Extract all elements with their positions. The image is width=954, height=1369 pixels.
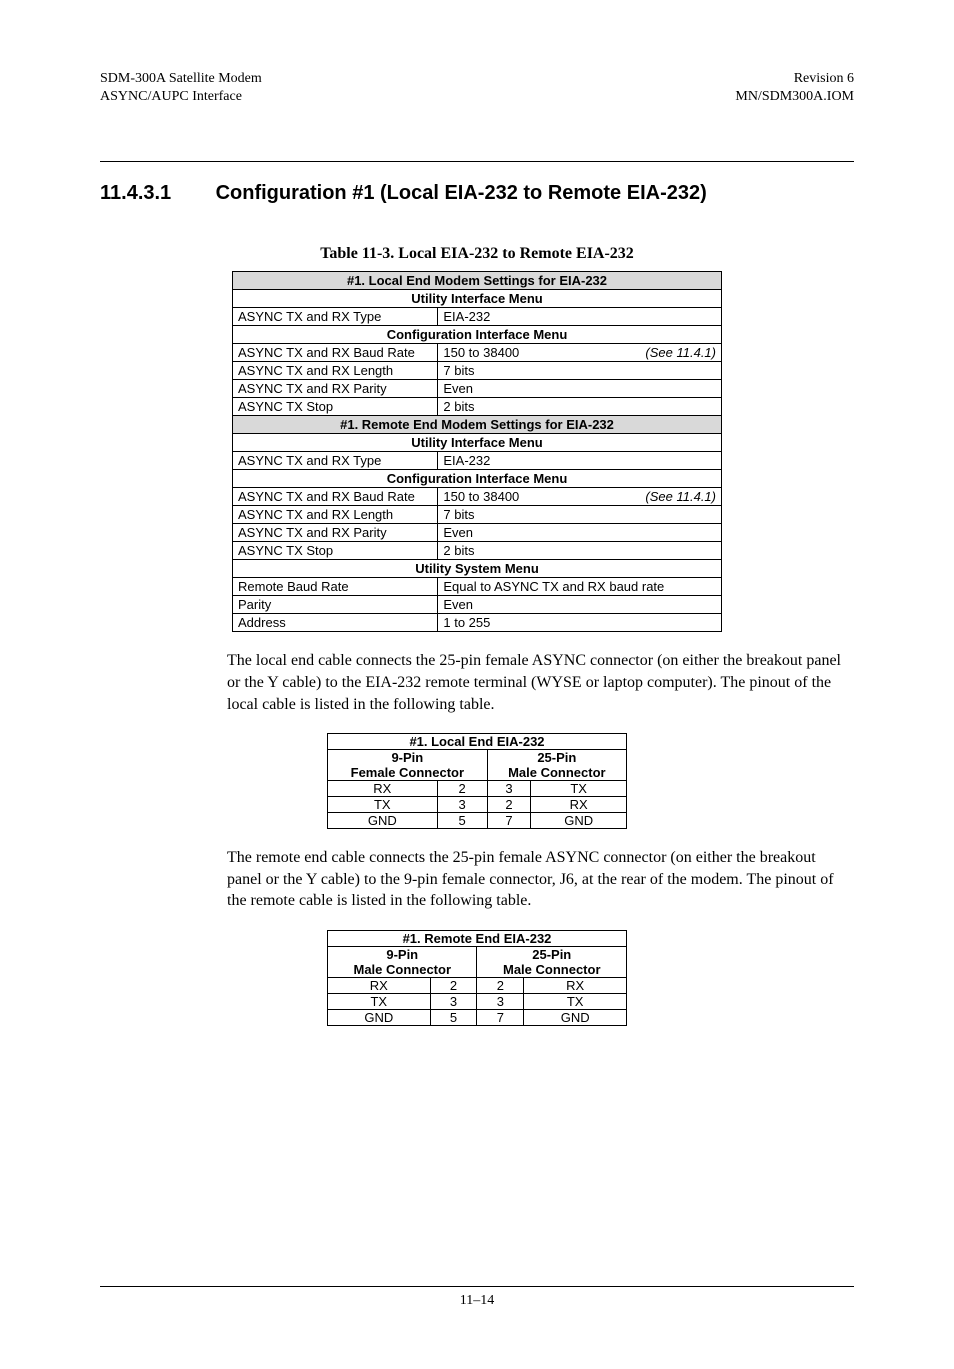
table-caption: Table 11-3. Local EIA-232 to Remote EIA-… xyxy=(100,245,854,263)
settings-menu-utility-1: Utility Interface Menu xyxy=(233,290,722,308)
row-baud-label-2: ASYNC TX and RX Baud Rate xyxy=(233,488,438,506)
row-stop-label-1: ASYNC TX Stop xyxy=(233,398,438,416)
settings-menu-config-2: Configuration Interface Menu xyxy=(233,470,722,488)
footer-divider xyxy=(100,1286,854,1287)
table-row: TX 3 2 RX xyxy=(328,797,627,813)
pinout2-right-header: 25-Pin Male Connector xyxy=(477,946,627,977)
row-par-val-1: Even xyxy=(438,380,722,398)
row-stop-val-1: 2 bits xyxy=(438,398,722,416)
row-rbaud-val: Equal to ASYNC TX and RX baud rate xyxy=(438,578,722,596)
settings-menu-utility-2: Utility Interface Menu xyxy=(233,434,722,452)
row-baud-label-1: ASYNC TX and RX Baud Rate xyxy=(233,344,438,362)
row-type-label-1: ASYNC TX and RX Type xyxy=(233,308,438,326)
header-docid: MN/SDM300A.IOM xyxy=(735,88,854,106)
row-stop-label-2: ASYNC TX Stop xyxy=(233,542,438,560)
header-left: SDM-300A Satellite Modem ASYNC/AUPC Inte… xyxy=(100,70,262,106)
settings-table: #1. Local End Modem Settings for EIA-232… xyxy=(232,271,722,632)
row-rbaud-label: Remote Baud Rate xyxy=(233,578,438,596)
table-row: RX 2 3 TX xyxy=(328,781,627,797)
settings-title-local: #1. Local End Modem Settings for EIA-232 xyxy=(233,272,722,290)
header-divider xyxy=(100,161,854,162)
section-heading: 11.4.3.1 Configuration #1 (Local EIA-232… xyxy=(100,182,854,205)
header-subtitle: ASYNC/AUPC Interface xyxy=(100,88,262,106)
row-addr-label: Address xyxy=(233,614,438,632)
pinout2-left-header: 9-Pin Male Connector xyxy=(328,946,477,977)
table-row: GND 5 7 GND xyxy=(328,1009,627,1025)
page-header: SDM-300A Satellite Modem ASYNC/AUPC Inte… xyxy=(100,70,854,106)
row-stop-val-2: 2 bits xyxy=(438,542,722,560)
section-title: Configuration #1 (Local EIA-232 to Remot… xyxy=(216,182,707,204)
paragraph-remote-cable: The remote end cable connects the 25-pin… xyxy=(100,847,854,912)
row-len-val-2: 7 bits xyxy=(438,506,722,524)
settings-menu-system: Utility System Menu xyxy=(233,560,722,578)
paragraph-local-cable: The local end cable connects the 25-pin … xyxy=(100,650,854,715)
pinout1-title: #1. Local End EIA-232 xyxy=(328,734,627,750)
header-product: SDM-300A Satellite Modem xyxy=(100,70,262,88)
pinout-table-local: #1. Local End EIA-232 9-Pin Female Conne… xyxy=(327,733,627,829)
header-right: Revision 6 MN/SDM300A.IOM xyxy=(735,70,854,106)
row-len-label-1: ASYNC TX and RX Length xyxy=(233,362,438,380)
pinout2-title: #1. Remote End EIA-232 xyxy=(328,930,627,946)
pinout-table-remote: #1. Remote End EIA-232 9-Pin Male Connec… xyxy=(327,930,627,1026)
table-row: RX 2 2 RX xyxy=(328,977,627,993)
pinout1-left-header: 9-Pin Female Connector xyxy=(328,750,488,781)
row-par-label-1: ASYNC TX and RX Parity xyxy=(233,380,438,398)
row-par-val-2: Even xyxy=(438,524,722,542)
table-row: TX 3 3 TX xyxy=(328,993,627,1009)
settings-title-remote: #1. Remote End Modem Settings for EIA-23… xyxy=(233,416,722,434)
row-type-val-2: EIA-232 xyxy=(438,452,722,470)
row-addr-val: 1 to 255 xyxy=(438,614,722,632)
row-rpar-val: Even xyxy=(438,596,722,614)
row-len-val-1: 7 bits xyxy=(438,362,722,380)
row-baud-val-2: 150 to 38400(See 11.4.1) xyxy=(438,488,722,506)
settings-menu-config-1: Configuration Interface Menu xyxy=(233,326,722,344)
row-type-label-2: ASYNC TX and RX Type xyxy=(233,452,438,470)
page-number: 11–14 xyxy=(100,1293,854,1309)
row-len-label-2: ASYNC TX and RX Length xyxy=(233,506,438,524)
row-baud-val-1: 150 to 38400(See 11.4.1) xyxy=(438,344,722,362)
table-row: GND 5 7 GND xyxy=(328,813,627,829)
row-type-val-1: EIA-232 xyxy=(438,308,722,326)
pinout1-right-header: 25-Pin Male Connector xyxy=(487,750,626,781)
page-footer: 11–14 xyxy=(100,1286,854,1309)
header-revision: Revision 6 xyxy=(735,70,854,88)
section-number: 11.4.3.1 xyxy=(100,182,210,205)
row-par-label-2: ASYNC TX and RX Parity xyxy=(233,524,438,542)
row-rpar-label: Parity xyxy=(233,596,438,614)
